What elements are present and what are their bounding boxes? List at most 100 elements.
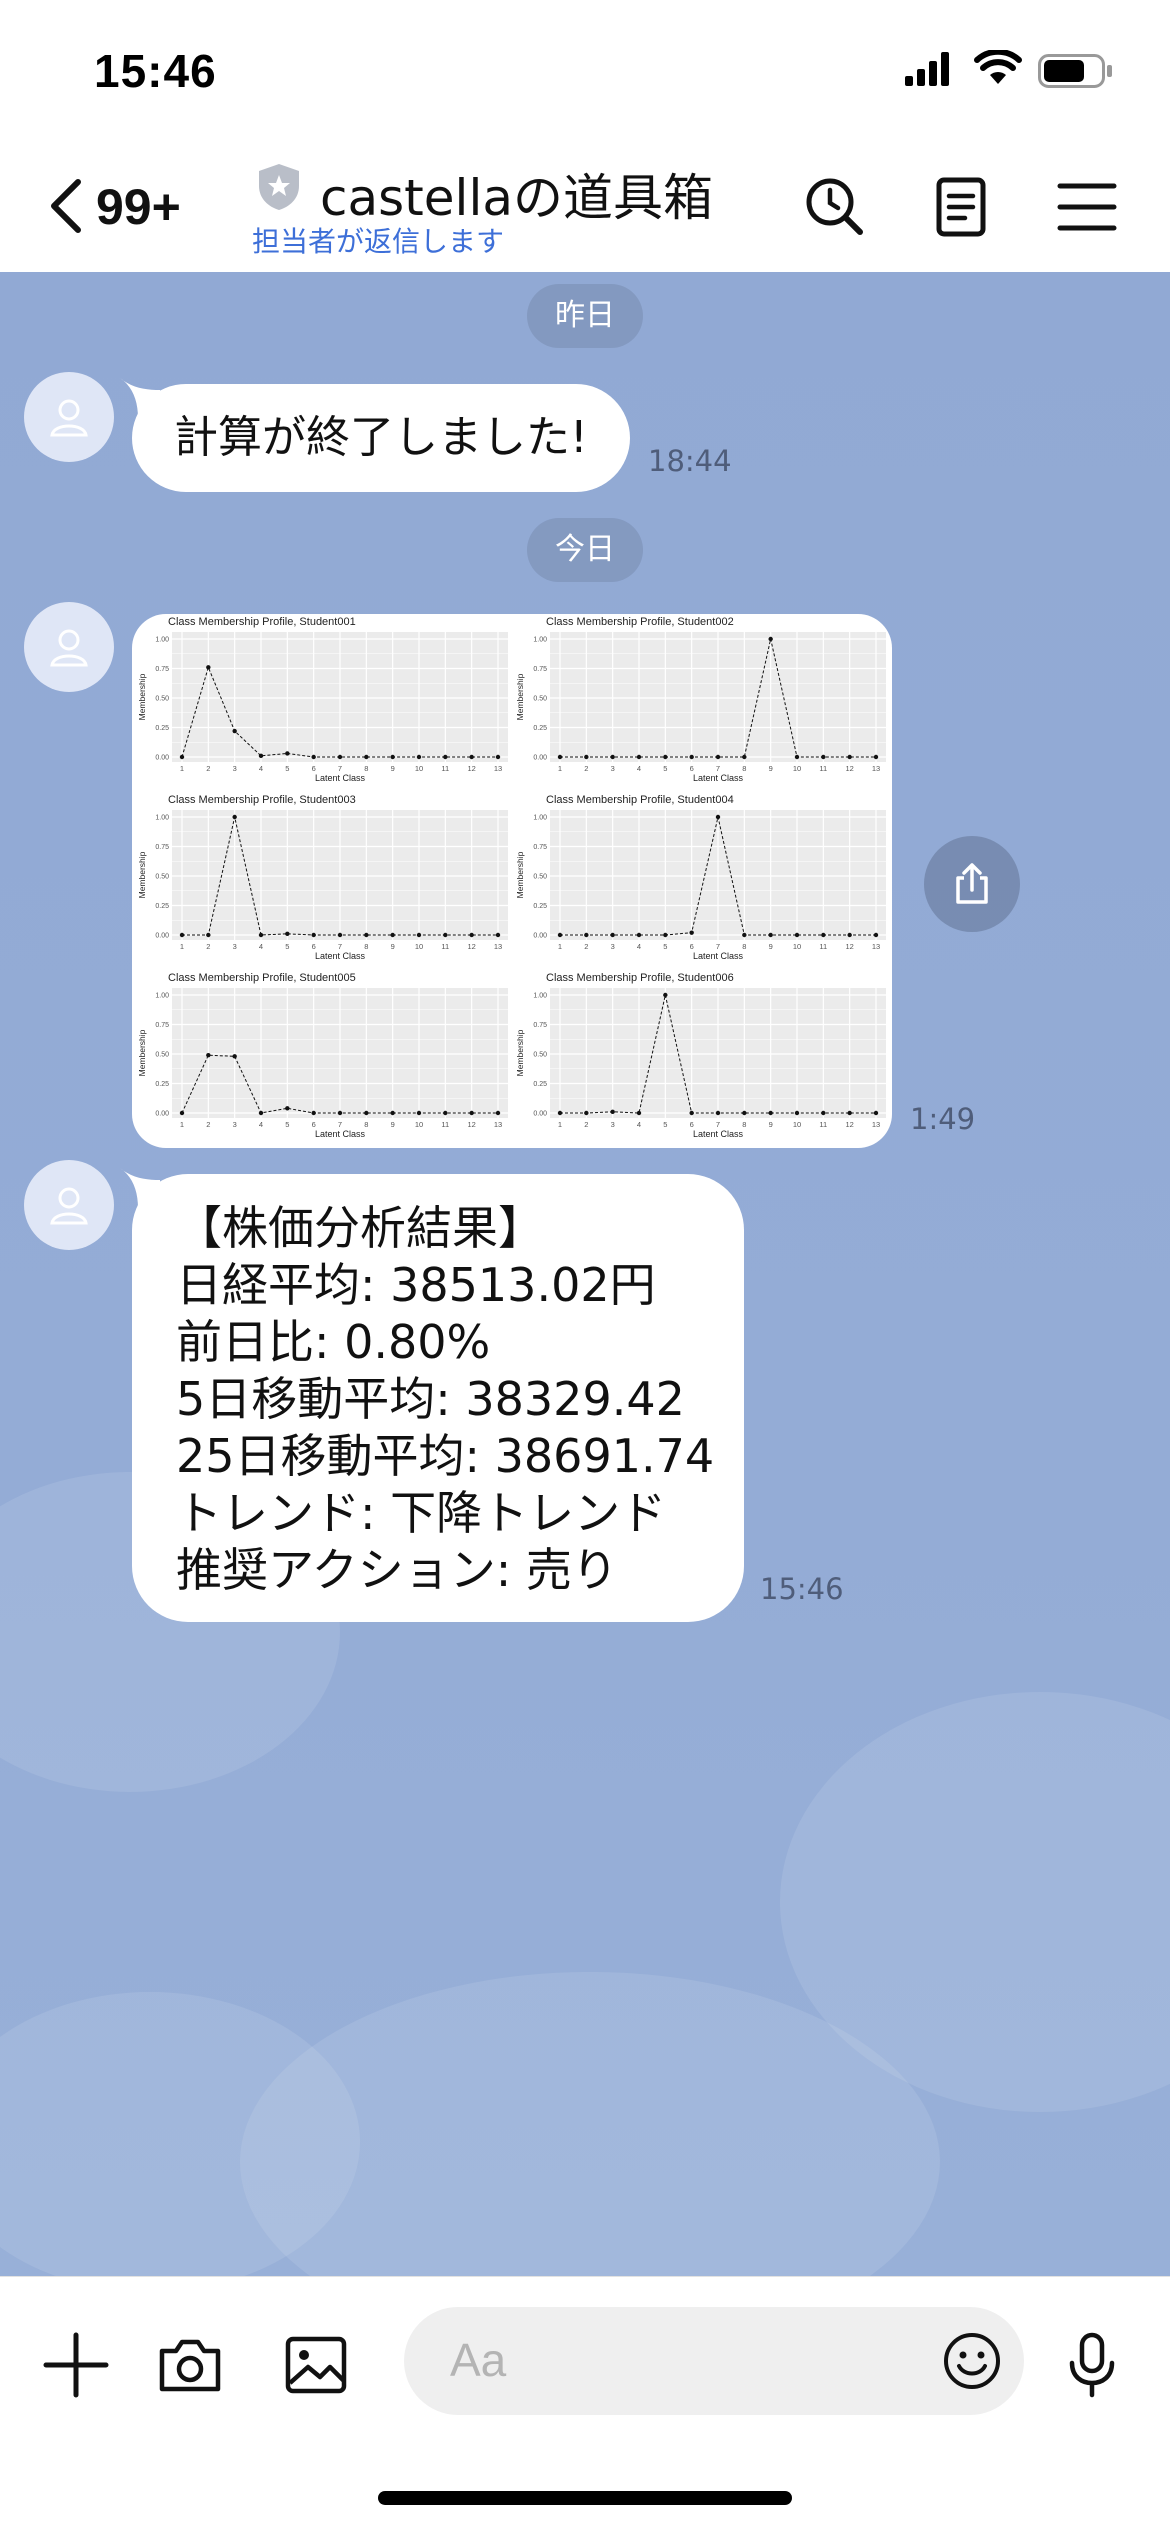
x-tick-label: 12 bbox=[845, 942, 853, 951]
y-tick-label: 1.00 bbox=[533, 993, 547, 1000]
x-tick-label: 5 bbox=[285, 764, 289, 773]
data-point bbox=[469, 932, 474, 938]
message-line: 【株価分析結果】 bbox=[176, 1201, 544, 1255]
chart-title: Class Membership Profile, Student001 bbox=[168, 616, 356, 628]
data-point bbox=[610, 1109, 615, 1115]
x-tick-label: 3 bbox=[611, 764, 615, 773]
x-tick-label: 11 bbox=[819, 942, 827, 951]
chart-svg: 0.000.250.500.751.001 2 3 4 5 6 7 8 9 10 11 12 13Lat… bbox=[515, 794, 886, 961]
chart-panel: 0.00 0.25 0.50 0.75 1.00 1 2 3 4 5 6 7 8 9 10 11 12 13 Lat… bbox=[136, 970, 514, 1148]
x-tick-label: 5 bbox=[285, 1120, 289, 1129]
camera-icon[interactable] bbox=[154, 2329, 226, 2401]
y-axis-label: Membership bbox=[137, 1029, 147, 1076]
x-tick-label: 1 bbox=[180, 1120, 184, 1129]
x-tick-label: 12 bbox=[845, 1120, 853, 1129]
x-tick-label: 4 bbox=[637, 1120, 641, 1129]
data-point bbox=[584, 754, 589, 760]
y-tick-label: 1.00 bbox=[155, 637, 169, 644]
chart-svg: 0.000.250.500.751.001 2 3 4 5 6 7 8 9 10 11 12 13Lat… bbox=[515, 616, 886, 783]
data-point bbox=[337, 932, 343, 938]
y-tick-label: 0.25 bbox=[155, 1081, 169, 1088]
data-point bbox=[495, 1110, 501, 1116]
y-tick-label: 0.00 bbox=[155, 933, 169, 940]
x-tick-label: 1 bbox=[558, 942, 562, 951]
data-point bbox=[443, 754, 448, 760]
x-tick-label: 8 bbox=[742, 1120, 746, 1129]
y-axis-label: Membership bbox=[515, 851, 525, 898]
date-separator-yesterday: 昨日 bbox=[527, 284, 643, 348]
y-tick-label: 1.00 bbox=[155, 815, 169, 822]
x-tick-label: 12 bbox=[845, 764, 853, 773]
data-point bbox=[557, 1110, 563, 1116]
x-tick-label: 5 bbox=[663, 1120, 667, 1129]
message-input[interactable]: Aa bbox=[404, 2307, 1024, 2415]
message-bubble[interactable]: 【株価分析結果】 日経平均: 38513.02円 前日比: 0.80% 5日移動… bbox=[132, 1174, 744, 1622]
x-tick-label: 10 bbox=[415, 764, 423, 773]
x-tick-label: 4 bbox=[259, 1120, 263, 1129]
y-tick-label: 0.50 bbox=[533, 696, 547, 703]
x-axis-label: Latent Class bbox=[315, 951, 366, 961]
y-tick-label: 0.50 bbox=[533, 874, 547, 881]
data-point bbox=[689, 930, 694, 935]
y-tick-label: 0.75 bbox=[533, 844, 547, 851]
x-tick-label: 6 bbox=[312, 942, 316, 951]
image-message[interactable]: 0.00 0.25 0.50 0.75 1.00 1 2 3 4 5 6 7 8 9 10 11 12 13 Lat… bbox=[132, 614, 892, 1148]
data-point bbox=[390, 932, 395, 938]
data-point bbox=[821, 1110, 826, 1116]
y-tick-label: 0.75 bbox=[533, 666, 547, 673]
x-tick-label: 4 bbox=[259, 764, 263, 773]
data-point bbox=[768, 636, 773, 642]
data-point bbox=[821, 932, 826, 938]
chart-title: Class Membership Profile, Student006 bbox=[546, 972, 734, 984]
y-tick-label: 0.25 bbox=[533, 725, 547, 732]
y-tick-label: 0.50 bbox=[155, 696, 169, 703]
data-point bbox=[258, 1110, 264, 1116]
unread-badge[interactable]: 99+ bbox=[96, 178, 181, 236]
x-tick-label: 5 bbox=[663, 942, 667, 951]
message-line: 前日比: 0.80% bbox=[176, 1315, 491, 1369]
x-tick-label: 2 bbox=[584, 942, 588, 951]
avatar[interactable] bbox=[24, 602, 114, 692]
data-point bbox=[285, 931, 290, 937]
x-tick-label: 3 bbox=[611, 942, 615, 951]
avatar[interactable] bbox=[24, 1160, 114, 1250]
data-point bbox=[337, 1110, 343, 1116]
data-point bbox=[847, 754, 852, 760]
data-point bbox=[390, 754, 395, 760]
avatar[interactable] bbox=[24, 372, 114, 462]
microphone-icon[interactable] bbox=[1056, 2329, 1128, 2401]
data-point bbox=[206, 665, 211, 670]
image-icon[interactable] bbox=[280, 2329, 352, 2401]
x-tick-label: 10 bbox=[793, 1120, 801, 1129]
data-point bbox=[364, 754, 369, 760]
x-tick-label: 11 bbox=[819, 764, 827, 773]
message-bubble[interactable]: 計算が終了しました! bbox=[132, 384, 630, 492]
x-tick-label: 6 bbox=[690, 1120, 694, 1129]
x-tick-label: 7 bbox=[338, 1120, 342, 1129]
x-axis-label: Latent Class bbox=[315, 1129, 366, 1139]
plus-icon[interactable] bbox=[40, 2329, 112, 2401]
share-button[interactable] bbox=[924, 836, 1020, 932]
y-tick-label: 0.00 bbox=[533, 755, 547, 762]
x-tick-label: 8 bbox=[364, 764, 368, 773]
back-chevron-icon[interactable] bbox=[40, 176, 100, 236]
chart-panel: 0.00 0.25 0.50 0.75 1.00 1 2 3 4 5 6 7 8 9 10 11 12 13 Lat… bbox=[514, 614, 892, 792]
x-tick-label: 7 bbox=[716, 942, 720, 951]
menu-icon[interactable] bbox=[1054, 174, 1120, 240]
x-tick-label: 8 bbox=[364, 942, 368, 951]
data-point bbox=[311, 754, 316, 760]
chat-area[interactable]: 昨日 計算が終了しました! 18:44 今日 0.00 0.25 0.50 0.75 1… bbox=[0, 272, 1170, 2276]
x-tick-label: 2 bbox=[206, 942, 210, 951]
x-tick-label: 1 bbox=[180, 764, 184, 773]
data-point bbox=[495, 754, 501, 760]
data-point bbox=[311, 1110, 316, 1116]
y-tick-label: 0.50 bbox=[155, 874, 169, 881]
message-input-bar: Aa bbox=[0, 2276, 1170, 2533]
search-clock-icon[interactable] bbox=[802, 174, 868, 240]
notes-icon[interactable] bbox=[928, 174, 994, 240]
emoji-icon[interactable] bbox=[942, 2331, 1002, 2391]
data-point bbox=[337, 754, 343, 760]
x-tick-label: 3 bbox=[233, 1120, 237, 1129]
x-tick-label: 8 bbox=[742, 942, 746, 951]
x-tick-label: 13 bbox=[494, 1120, 502, 1129]
